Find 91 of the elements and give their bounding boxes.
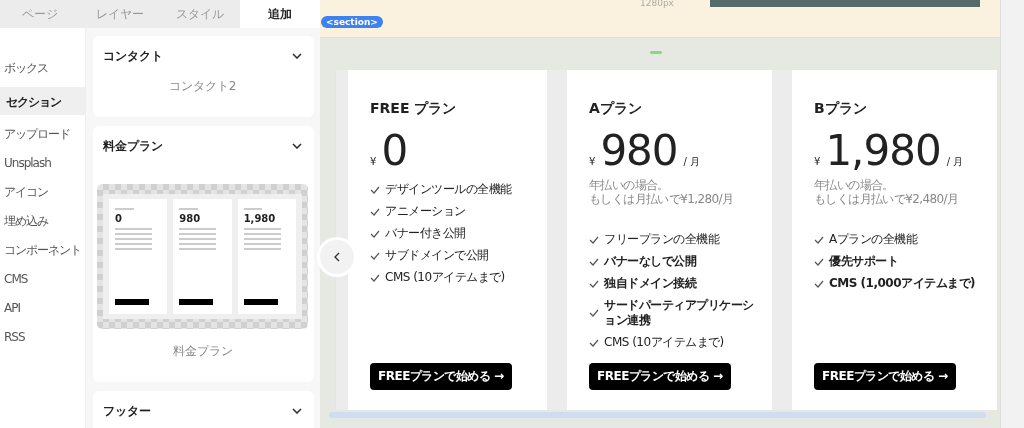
placeholder-line — [115, 243, 153, 245]
currency-symbol: ¥ — [814, 156, 821, 167]
button-placeholder — [179, 299, 214, 305]
placeholder-line — [179, 228, 217, 230]
placeholder-line — [243, 233, 281, 235]
feature-text: Aプランの全機能 — [829, 232, 918, 247]
category-item[interactable]: CMS — [0, 269, 85, 289]
placeholder-line — [179, 248, 217, 250]
placeholder-line — [115, 228, 153, 230]
plan-name: Bプラン — [814, 100, 868, 118]
preview-price: 1,980 — [243, 213, 277, 225]
placeholder-line — [115, 208, 134, 210]
start-button[interactable]: FREEプランで始める → — [370, 363, 512, 390]
placeholder-line — [243, 228, 281, 230]
feature-text: デザインツールの全機能 — [385, 182, 512, 197]
chevron-down-icon — [292, 408, 302, 414]
plan-price: 980 — [600, 126, 678, 176]
placeholder-line — [243, 238, 281, 240]
template-label[interactable]: コンタクト2 — [103, 78, 302, 95]
panel-tab[interactable]: 追加 — [240, 0, 320, 28]
placeholder-line — [243, 208, 263, 210]
category-item[interactable]: コンポーネント — [0, 240, 85, 260]
currency-symbol: ¥ — [589, 156, 596, 167]
placeholder-line — [243, 248, 281, 250]
preview-price: 0 — [115, 213, 123, 225]
feature-text: サードパーティアプリケーション連携 — [604, 298, 755, 328]
button-placeholder — [115, 299, 149, 305]
price-unit: / 月 — [683, 155, 701, 169]
section-title: コンタクト — [103, 47, 163, 65]
feature-text: CMS (1,000アイテムまで) — [829, 276, 975, 291]
category-item[interactable]: アイコン — [0, 182, 85, 202]
width-label: 1280px — [640, 0, 674, 8]
placeholder-line — [179, 208, 198, 210]
check-icon — [589, 257, 599, 266]
plan-price: 0 — [381, 126, 408, 176]
check-icon — [370, 273, 380, 282]
feature-text: サブドメインで公開 — [385, 248, 489, 263]
feature-text: 優先サポート — [829, 254, 898, 269]
section-tag[interactable]: <section> — [321, 16, 383, 28]
currency-symbol: ¥ — [370, 156, 377, 167]
price-note: 年払いの場合。 もしくは月払いで¥2,480/月 — [814, 178, 960, 206]
chevron-down-icon — [292, 143, 302, 149]
feature-text: CMS (10アイテムまで) — [385, 270, 505, 285]
check-icon — [370, 207, 380, 216]
feature-text: 独自ドメイン接続 — [604, 276, 696, 291]
category-item[interactable]: 埋め込み — [0, 211, 85, 231]
check-icon — [589, 338, 599, 347]
check-icon — [589, 235, 599, 244]
template-label[interactable]: 料金プラン — [103, 343, 302, 360]
template-preview[interactable]: 0 980 1,980 — [97, 184, 308, 329]
feature-text: CMS (10アイテムまで) — [604, 335, 724, 350]
price-note: 年払いの場合。 もしくは月払いで¥1,280/月 — [589, 178, 735, 206]
placeholder-line — [179, 238, 217, 240]
feature-text: アニメーション — [385, 204, 466, 219]
check-icon — [814, 257, 824, 266]
check-icon — [814, 279, 824, 288]
feature-text: バナー付き公開 — [385, 226, 466, 241]
plan-name: FREE プラン — [370, 100, 458, 118]
category-item[interactable]: Unsplash — [0, 153, 85, 173]
button-placeholder — [243, 299, 278, 305]
placeholder-line — [115, 248, 153, 250]
section-title: 料金プラン — [103, 137, 163, 155]
feature-text: フリープランの全機能 — [604, 232, 719, 247]
placeholder-line — [115, 233, 153, 235]
chevron-left-icon — [334, 252, 340, 262]
placeholder-line — [243, 243, 281, 245]
plan-name: Aプラン — [589, 100, 643, 118]
chevron-down-icon — [292, 53, 302, 59]
category-item[interactable]: セクション — [0, 87, 85, 115]
spacing-handle[interactable] — [650, 51, 662, 54]
feature-text: バナーなしで公開 — [604, 254, 696, 269]
check-icon — [370, 185, 380, 194]
start-button[interactable]: FREEプランで始める → — [589, 363, 731, 390]
check-icon — [370, 229, 380, 238]
category-item[interactable]: API — [0, 298, 85, 318]
price-unit: / 月 — [946, 155, 964, 169]
check-icon — [814, 235, 824, 244]
check-icon — [370, 251, 380, 260]
start-button[interactable]: FREEプランで始める → — [814, 363, 956, 390]
category-item[interactable]: アップロード — [0, 124, 85, 144]
section-title: フッター — [103, 402, 151, 420]
placeholder-line — [179, 233, 217, 235]
category-item[interactable]: ボックス — [0, 58, 85, 78]
category-item[interactable]: RSS — [0, 327, 85, 347]
plan-price: 1,980 — [825, 126, 941, 176]
placeholder-line — [115, 238, 153, 240]
check-icon — [589, 279, 599, 288]
check-icon — [589, 309, 599, 317]
collapse-button[interactable] — [320, 240, 354, 274]
placeholder-line — [179, 243, 217, 245]
preview-price: 980 — [179, 213, 202, 225]
